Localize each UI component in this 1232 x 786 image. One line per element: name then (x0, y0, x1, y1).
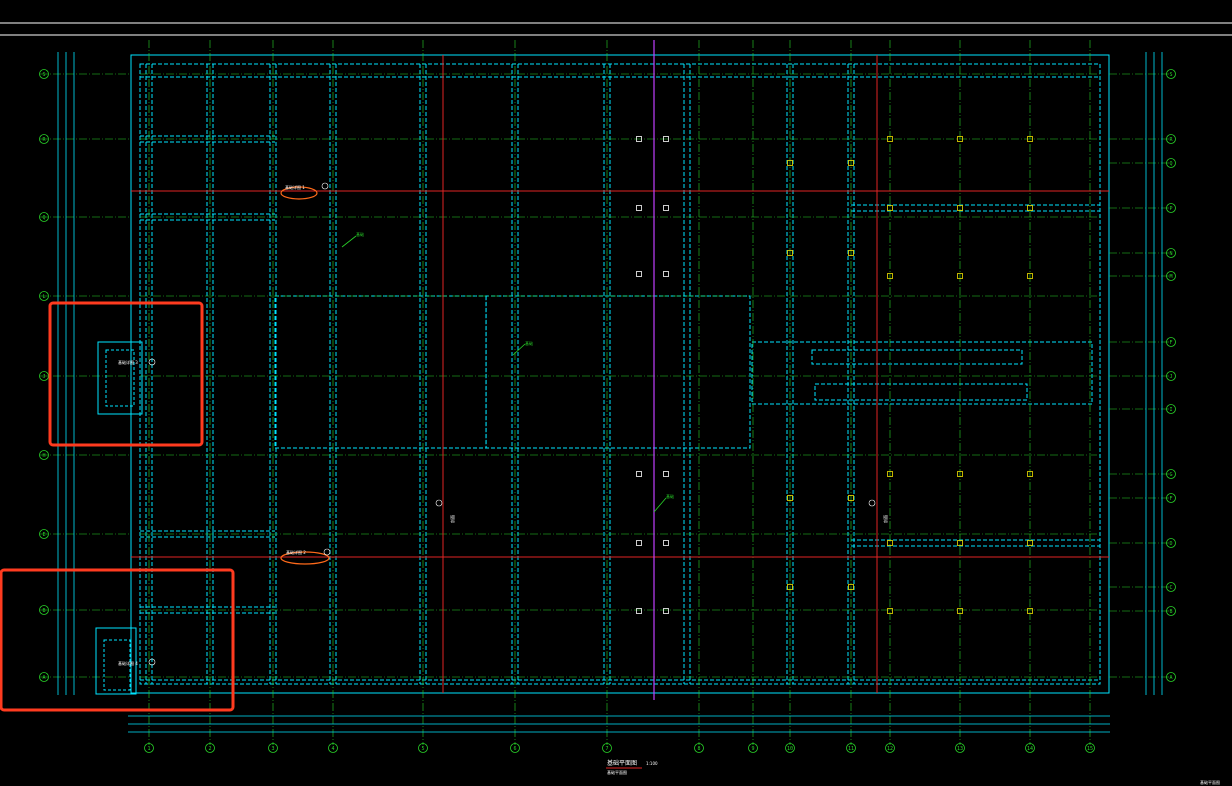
vertical-foundation-walls (145, 64, 855, 684)
grid-axis-lines (40, 40, 1170, 745)
svg-text:B: B (1169, 609, 1172, 615)
svg-text:S: S (42, 72, 45, 78)
svg-text:D: D (1169, 541, 1172, 547)
svg-text:13: 13 (957, 746, 963, 752)
top-frame-lines (0, 22, 1232, 36)
svg-text:J: J (1169, 374, 1172, 380)
column-markers (636, 136, 1033, 614)
callout-left-1-text: 基础详图 3 (118, 359, 138, 365)
svg-text:3: 3 (271, 746, 274, 752)
green-tag-2: 基础 (512, 340, 533, 356)
foundation-outline (130, 54, 1110, 694)
svg-text:A: A (1169, 675, 1172, 681)
svg-text:E: E (42, 532, 45, 538)
green-tag-3: 基础 (653, 493, 674, 513)
svg-text:剖面: 剖面 (449, 515, 455, 523)
left-detail-highlight (48, 301, 204, 447)
section-mark-1: 剖面 (435, 499, 455, 523)
left-dimension-strip (57, 52, 75, 695)
svg-text:F: F (1169, 496, 1172, 502)
svg-text:R: R (1169, 137, 1173, 143)
horizontal-foundation-walls (140, 76, 1100, 681)
svg-text:S: S (1169, 72, 1172, 78)
callout-left-2[interactable]: 基础详图 4 (118, 658, 156, 666)
svg-text:基础: 基础 (666, 493, 674, 499)
svg-text:A: A (42, 675, 45, 681)
svg-text:4: 4 (331, 746, 334, 752)
cad-drawing-canvas[interactable]: 1 2 3 4 5 6 7 8 9 10 11 12 13 14 15 SRQLJHEBA SRQPNMFJ… (0, 0, 1232, 786)
section-lines (131, 55, 1109, 693)
svg-text:R: R (42, 137, 46, 143)
svg-text:7: 7 (605, 746, 608, 752)
svg-text:1: 1 (147, 746, 150, 752)
svg-text:I: I (1169, 407, 1172, 413)
svg-text:P: P (1169, 206, 1172, 212)
svg-text:基础: 基础 (356, 231, 364, 237)
section-mark-2: 剖面 (868, 499, 888, 523)
svg-text:8: 8 (697, 746, 700, 752)
bottom-axis-bubbles: 1 2 3 4 5 6 7 8 9 10 11 12 13 14 15 (144, 743, 1095, 753)
right-dimension-strip (1145, 52, 1163, 695)
callout-2-text: 基础详图 2 (286, 549, 306, 555)
svg-text:10: 10 (787, 746, 793, 752)
drawing-subtitle: 基础平面图 (607, 769, 627, 775)
svg-text:Q: Q (42, 215, 45, 221)
callout-1-text: 基础详图 1 (285, 184, 305, 190)
svg-text:L: L (42, 294, 45, 300)
right-axis-bubbles: S R Q P N M F J I G F D C B A (1166, 69, 1176, 682)
svg-text:剖面: 剖面 (882, 515, 888, 523)
drawing-title-block: 基础平面图 1:100 基础平面图 (606, 759, 658, 775)
drawing-title: 基础平面图 (607, 759, 637, 767)
drawing-scale: 1:100 (646, 761, 658, 766)
svg-text:6: 6 (513, 746, 516, 752)
svg-text:14: 14 (1027, 746, 1033, 752)
svg-text:Q: Q (1169, 161, 1172, 167)
callout-left-2-text: 基础详图 4 (118, 660, 138, 666)
svg-text:5: 5 (421, 746, 424, 752)
svg-text:2: 2 (208, 746, 211, 752)
green-tag-1: 基础 (341, 231, 364, 248)
svg-text:G: G (1169, 472, 1172, 478)
svg-text:B: B (42, 608, 45, 614)
svg-text:J: J (42, 374, 45, 380)
corner-stamp: 基础平面图 (1200, 779, 1220, 785)
svg-text:C: C (1169, 585, 1172, 591)
svg-text:N: N (1169, 251, 1172, 257)
svg-text:9: 9 (751, 746, 754, 752)
left-detail (95, 341, 143, 695)
svg-text:15: 15 (1087, 746, 1093, 752)
svg-text:F: F (1169, 340, 1172, 346)
svg-text:12: 12 (887, 746, 893, 752)
bottom-dimension-strip (128, 715, 1110, 733)
callout-left-1[interactable]: 基础详图 3 (118, 358, 156, 366)
svg-text:11: 11 (848, 746, 854, 752)
svg-text:基础: 基础 (525, 340, 533, 346)
svg-text:H: H (42, 453, 45, 459)
svg-text:M: M (1169, 274, 1172, 280)
left-axis-bubbles: S R Q L J H E B A (39, 69, 49, 682)
